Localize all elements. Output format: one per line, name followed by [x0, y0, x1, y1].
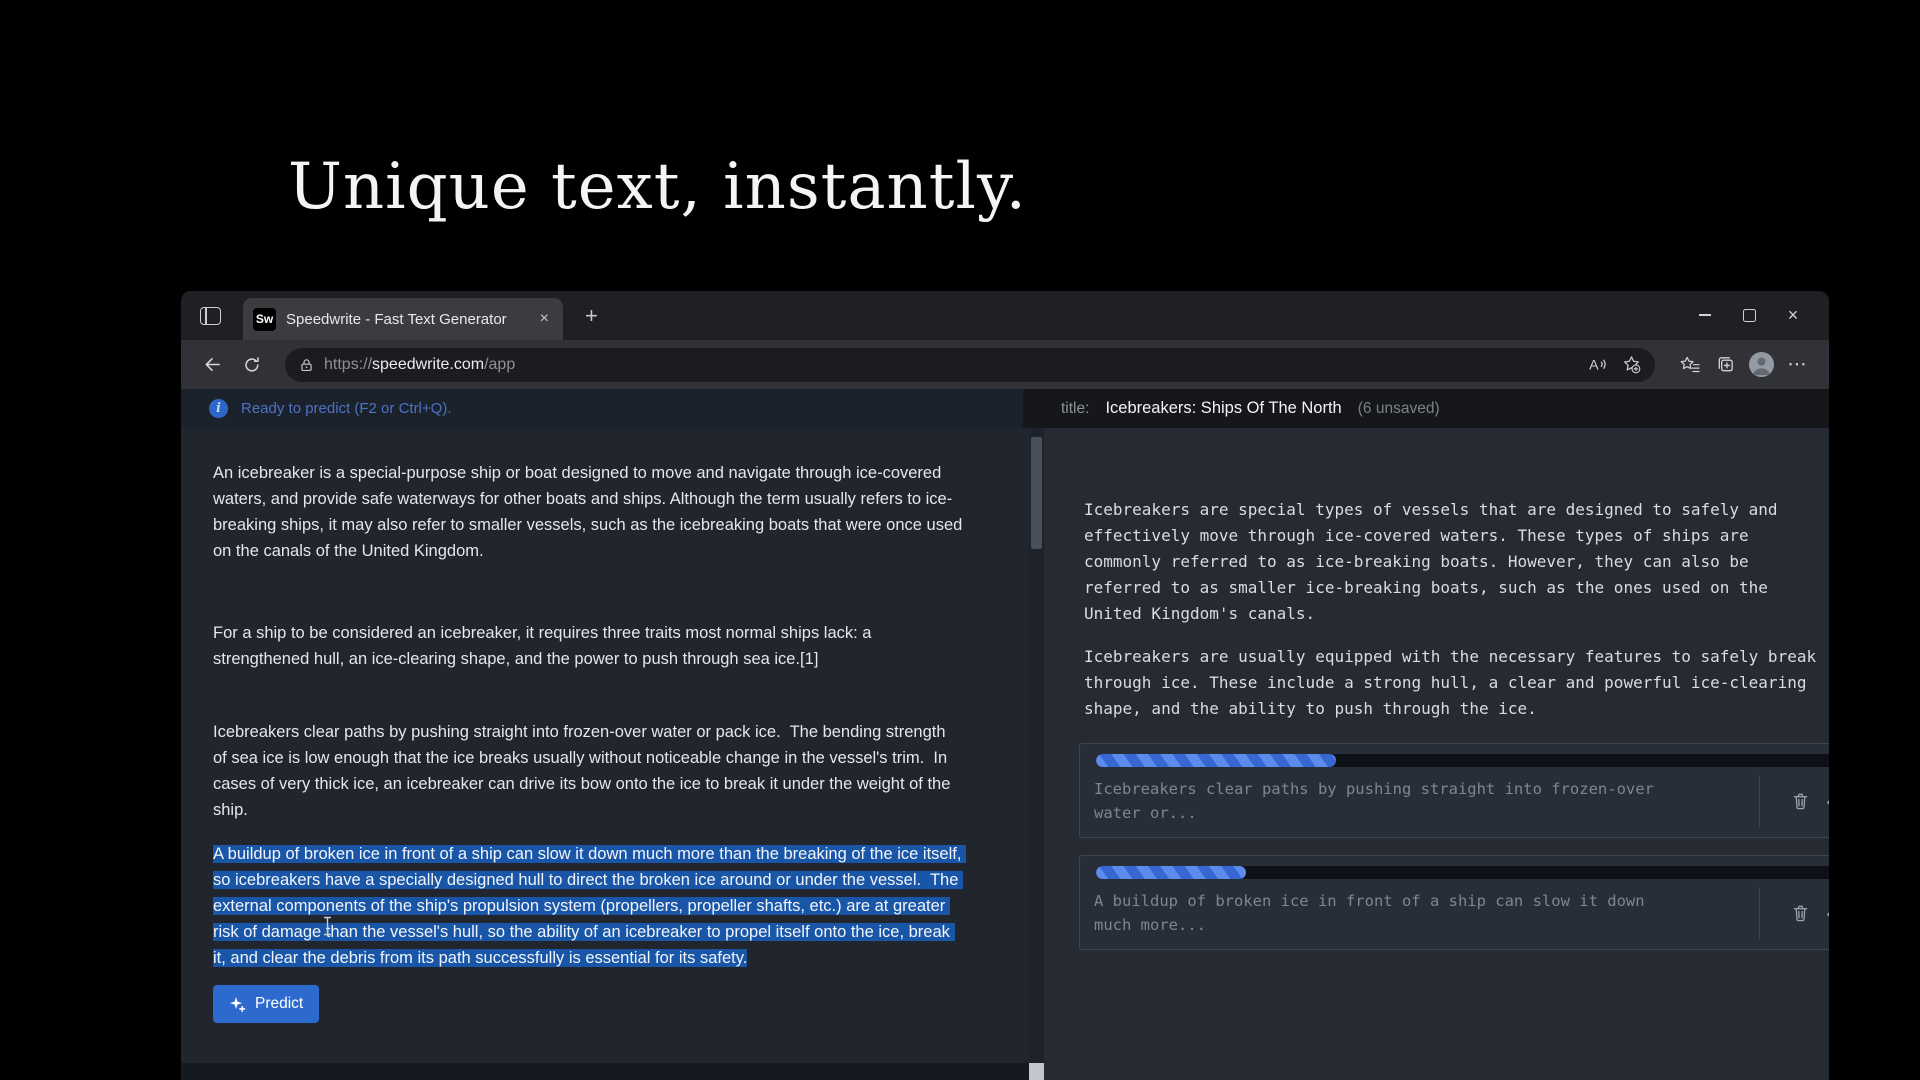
new-tab-button[interactable]: + — [577, 303, 606, 329]
card-actions — [1759, 775, 1829, 827]
progress-bar — [1096, 866, 1829, 879]
browser-tab[interactable]: Sw Speedwrite - Fast Text Generator × — [243, 298, 563, 340]
delete-button[interactable] — [1788, 788, 1813, 814]
window-controls: × — [1683, 299, 1815, 331]
pending-prediction-card: Icebreakers clear paths by pushing strai… — [1079, 743, 1829, 838]
card-actions — [1759, 887, 1829, 939]
refresh-button[interactable] — [235, 348, 269, 382]
minimize-icon — [1699, 314, 1711, 316]
insert-result-button[interactable] — [1821, 900, 1829, 926]
browser-window: Sw Speedwrite - Fast Text Generator × + … — [181, 291, 1829, 1080]
return-arrow-icon — [1824, 903, 1829, 923]
text-cursor-pointer — [322, 916, 333, 941]
source-text-editor[interactable]: An icebreaker is a special-purpose ship … — [181, 428, 1029, 1080]
collections-icon — [1716, 355, 1735, 374]
sparkle-icon — [229, 996, 246, 1013]
pending-preview-text: A buildup of broken ice in front of a sh… — [1094, 889, 1684, 937]
site-favicon: Sw — [253, 308, 276, 331]
url-text[interactable]: https://speedwrite.com/app — [324, 356, 1583, 374]
ready-status-text: Ready to predict (F2 or Ctrl+Q). — [241, 400, 451, 417]
star-add-icon — [1622, 355, 1641, 374]
selected-text[interactable]: A buildup of broken ice in front of a sh… — [213, 845, 966, 967]
document-title-bar: title: Icebreakers: Ships Of The North (… — [1023, 389, 1829, 428]
address-bar[interactable]: https://speedwrite.com/app A — [285, 348, 1655, 382]
maximize-button[interactable] — [1727, 299, 1771, 331]
app-status-bar: i Ready to predict (F2 or Ctrl+Q). title… — [181, 389, 1829, 428]
document-title[interactable]: Icebreakers: Ships Of The North — [1105, 399, 1341, 418]
tab-title: Speedwrite - Fast Text Generator — [286, 311, 526, 328]
url-scheme: https:// — [324, 356, 372, 373]
toolbar-actions: ⋯ — [1671, 348, 1815, 382]
browser-toolbar: https://speedwrite.com/app A — [181, 340, 1829, 389]
editor-scrollbar[interactable] — [1029, 428, 1044, 1080]
ellipsis-icon: ⋯ — [1788, 355, 1807, 374]
source-paragraph[interactable]: For a ship to be considered an icebreake… — [213, 620, 963, 672]
tab-close-icon[interactable]: × — [536, 309, 553, 329]
output-paragraph[interactable]: Icebreakers are special types of vessels… — [1084, 497, 1822, 627]
output-paragraph[interactable]: Icebreakers are usually equipped with th… — [1084, 644, 1822, 722]
progress-fill — [1096, 754, 1336, 767]
settings-menu-button[interactable]: ⋯ — [1779, 348, 1815, 382]
desktop-background: Unique text, instantly. Sw Speedwrite - … — [0, 0, 1920, 1080]
url-path: /app — [484, 356, 515, 373]
output-pane: Icebreakers are special types of vessels… — [1044, 428, 1829, 1080]
add-favorite-button[interactable] — [1615, 350, 1647, 380]
trash-icon — [1791, 791, 1810, 811]
lock-icon[interactable] — [299, 357, 314, 373]
scrollbar-corner — [1029, 1063, 1044, 1080]
read-aloud-button[interactable]: A — [1583, 350, 1615, 380]
svg-text:A: A — [1589, 358, 1599, 373]
predict-label: Predict — [255, 995, 303, 1013]
close-icon: × — [1788, 306, 1799, 324]
source-paragraph[interactable]: An icebreaker is a special-purpose ship … — [213, 460, 963, 564]
delete-button[interactable] — [1788, 900, 1813, 926]
progress-bar — [1096, 754, 1829, 767]
predict-status: i Ready to predict (F2 or Ctrl+Q). — [181, 389, 1023, 428]
pending-prediction-card: A buildup of broken ice in front of a sh… — [1079, 855, 1829, 950]
back-arrow-icon — [203, 355, 222, 374]
speedwrite-app: i Ready to predict (F2 or Ctrl+Q). title… — [181, 389, 1829, 1080]
insert-result-button[interactable] — [1821, 788, 1829, 814]
progress-fill — [1096, 866, 1246, 879]
tab-layout-icon — [200, 307, 221, 325]
favorites-button[interactable] — [1671, 348, 1707, 382]
maximize-icon — [1743, 309, 1756, 322]
source-paragraph[interactable]: Icebreakers clear paths by pushing strai… — [213, 719, 963, 823]
return-arrow-icon — [1824, 791, 1829, 811]
predict-button[interactable]: Predict — [213, 985, 319, 1023]
pending-preview-text: Icebreakers clear paths by pushing strai… — [1094, 777, 1684, 825]
info-icon: i — [209, 399, 228, 418]
trash-icon — [1791, 903, 1810, 923]
avatar — [1748, 351, 1775, 378]
tab-actions-button[interactable] — [193, 299, 227, 333]
scrollbar-thumb[interactable] — [1031, 437, 1042, 549]
browser-tab-bar: Sw Speedwrite - Fast Text Generator × + … — [181, 291, 1829, 340]
favorites-star-icon — [1679, 355, 1700, 374]
back-button[interactable] — [195, 348, 229, 382]
divider — [1759, 887, 1760, 939]
url-host: speedwrite.com — [372, 356, 484, 373]
hero-title: Unique text, instantly. — [288, 150, 1027, 224]
collections-button[interactable] — [1707, 348, 1743, 382]
refresh-icon — [243, 356, 261, 374]
read-aloud-icon: A — [1589, 356, 1610, 373]
minimize-button[interactable] — [1683, 299, 1727, 331]
source-paragraph-selected[interactable]: A buildup of broken ice in front of a sh… — [213, 841, 963, 971]
profile-button[interactable] — [1743, 348, 1779, 382]
close-button[interactable]: × — [1771, 299, 1815, 331]
editor-bottom-strip — [181, 1063, 1029, 1080]
unsaved-badge: (6 unsaved) — [1358, 400, 1440, 418]
title-label: title: — [1061, 400, 1089, 418]
app-content: An icebreaker is a special-purpose ship … — [181, 428, 1829, 1080]
divider — [1759, 775, 1760, 827]
